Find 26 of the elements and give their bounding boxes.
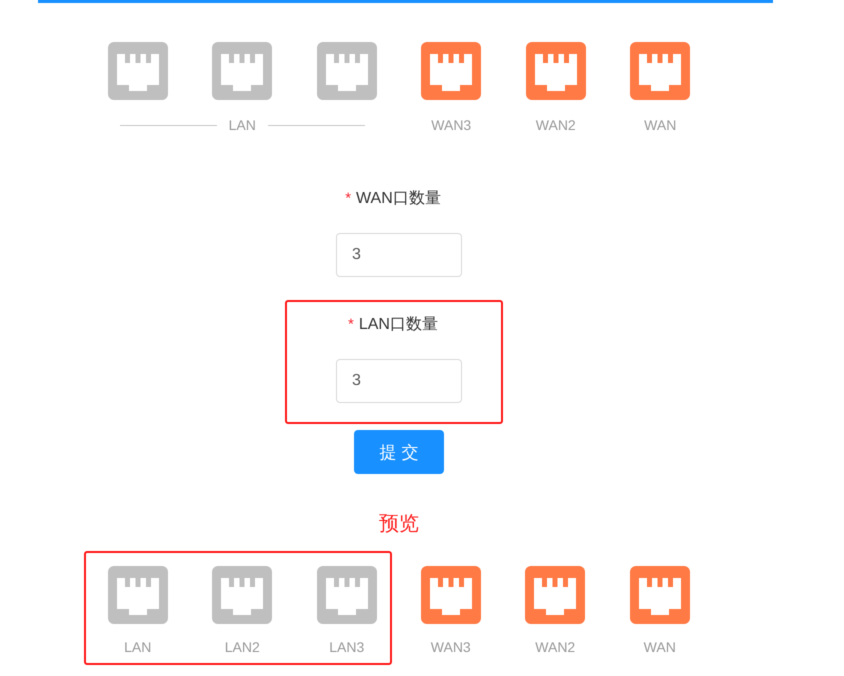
port-label: WAN2 (535, 638, 576, 657)
port-label: WAN (644, 116, 676, 135)
ethernet-port-icon (316, 566, 377, 624)
group-label: LAN (228, 116, 256, 135)
preview-title: 预览 (379, 512, 419, 537)
required-mark: * (348, 315, 354, 335)
ethernet-port-icon (316, 42, 377, 100)
port-label: WAN2 (536, 116, 576, 135)
field-label: WAN口数量 (356, 189, 441, 209)
port-label: WAN3 (431, 116, 472, 135)
ethernet-port-icon (212, 42, 272, 100)
port-label: LAN2 (224, 638, 260, 657)
ethernet-port-icon (421, 42, 482, 100)
port-label: LAN3 (329, 638, 364, 657)
required-mark: * (345, 189, 352, 209)
port-label: WAN3 (430, 638, 471, 657)
ethernet-port-icon (630, 42, 690, 100)
port-label: WAN (644, 638, 676, 657)
ethernet-port-icon (108, 566, 168, 624)
ethernet-port-icon (212, 566, 272, 624)
ethernet-port-icon (108, 42, 168, 100)
field-label: LAN口数量 (358, 315, 438, 335)
input-field[interactable]: 3 (336, 359, 462, 403)
input-field[interactable]: 3 (336, 233, 462, 277)
port-label: LAN (124, 638, 152, 657)
ethernet-port-icon (526, 42, 586, 100)
